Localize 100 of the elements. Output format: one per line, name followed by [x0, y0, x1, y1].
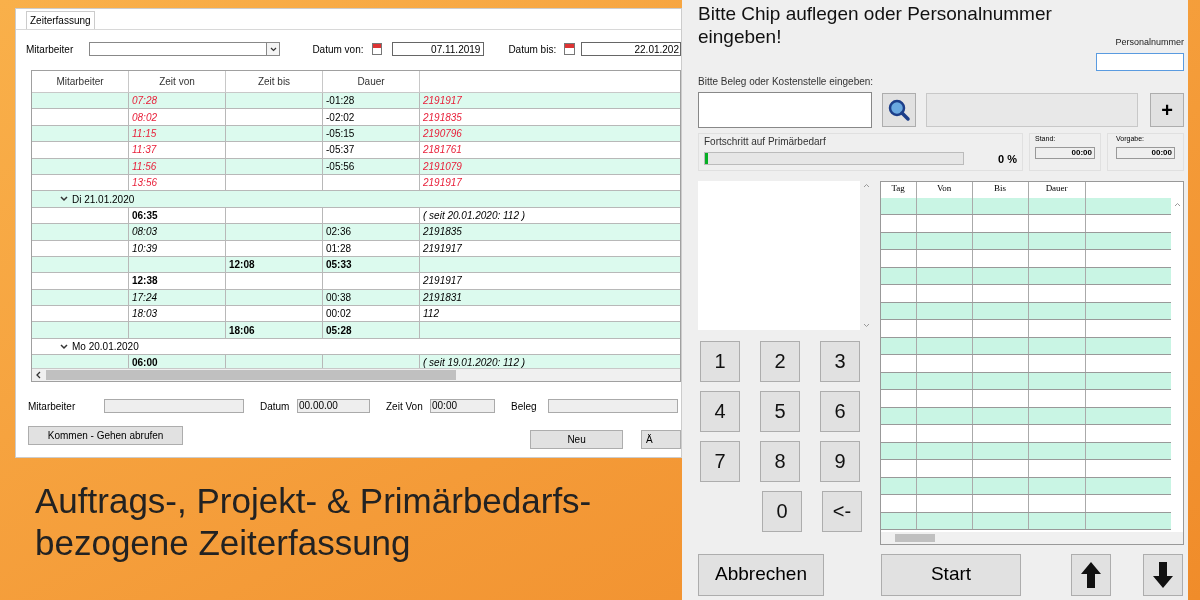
keypad-key[interactable]: 9 [820, 440, 860, 482]
table-cell-text: 11:56 [132, 159, 157, 174]
table-cell-text: 05:33 [326, 258, 352, 273]
column-header[interactable]: Von [936, 182, 952, 193]
group-row[interactable]: Di 21.01.2020 [32, 191, 680, 208]
column-header[interactable]: Tag [891, 182, 905, 193]
keypad-key[interactable]: 2 [760, 340, 800, 382]
search-button[interactable] [882, 92, 916, 127]
table-cell-text: 07:28 [132, 94, 158, 109]
column-header[interactable]: Dauer [357, 74, 385, 89]
column-header[interactable]: Mitarbeiter [56, 74, 104, 89]
table-cell-text: 00:38 [326, 290, 352, 305]
table-cell-text: 2191917 [423, 274, 462, 289]
keypad-key[interactable]: 8 [760, 440, 800, 482]
up-button[interactable] [1071, 553, 1111, 596]
table-cell-text: 2190796 [423, 126, 462, 141]
table-cell-text: 08:03 [132, 225, 158, 240]
table-cell-text: 2191079 [423, 159, 462, 174]
caption-line: bezogene Zeiterfassung [35, 522, 412, 564]
vorgabe-field: 00:00 [1116, 147, 1175, 159]
keypad-key[interactable]: 0 [762, 490, 802, 532]
date-field[interactable]: 07.11.2019 [392, 42, 485, 56]
scroll-up-icon[interactable] [862, 182, 870, 188]
table-cell-text: 18:03 [132, 307, 158, 322]
table-cell-text: -05:56 [326, 159, 355, 174]
date-field[interactable]: 22.01.202 [581, 42, 681, 56]
table-cell-text: 00:02 [326, 307, 352, 322]
table-cell-text: 2191917 [423, 176, 462, 191]
column-header[interactable]: Dauer [1045, 182, 1068, 193]
keypad-key[interactable]: <- [822, 490, 862, 532]
table-cell-text: 11:15 [132, 126, 157, 141]
table-cell-text: -05:37 [326, 143, 355, 158]
progress-label: Fortschritt auf Primärbedarf [704, 134, 827, 149]
stand-field: 00:00 [1035, 147, 1095, 159]
field-label: Bitte Beleg oder Kostenstelle eingeben: [698, 74, 875, 89]
field-label: Datum bis: [508, 42, 557, 57]
table-cell-text: 18:06 [229, 323, 255, 338]
cancel-button[interactable]: Abbrechen [698, 553, 824, 596]
chevron-icon [269, 46, 277, 52]
prompt-heading: Bitte Chip auflegen oder Personalnummer eingeben! [698, 2, 1053, 48]
table-cell-text: ( seit 20.01.2020: 112 ) [423, 208, 526, 223]
table-cell-text: -05:15 [326, 126, 355, 141]
scroll-down-icon[interactable] [862, 322, 870, 328]
dropdown-toggle[interactable] [266, 43, 280, 55]
horizontal-scrollbar[interactable] [880, 531, 1183, 544]
keypad-key[interactable]: 1 [700, 340, 740, 382]
table-cell-text: ( seit 19.01.2020: 112 ) [423, 356, 526, 368]
field-label: Mitarbeiter [26, 42, 75, 57]
table-cell-text: 112 [423, 307, 439, 322]
calendar-icon[interactable] [371, 43, 383, 55]
add-button[interactable]: + [1150, 92, 1184, 127]
table-cell-text: 12:38 [132, 274, 158, 289]
field-label: Datum von: [312, 42, 364, 57]
keypad-key[interactable]: 3 [820, 340, 860, 382]
table-cell-text: 2191831 [423, 290, 462, 305]
table-cell-text: -02:02 [326, 110, 355, 125]
start-button[interactable]: Start [881, 553, 1021, 596]
fetch-button[interactable]: Kommen - Gehen abrufen [28, 426, 184, 445]
progress-percent: 0 % [998, 151, 1017, 167]
chevron-icon[interactable] [60, 343, 68, 350]
edit-button[interactable]: Ä [641, 430, 681, 449]
keypad-key[interactable]: 6 [820, 390, 860, 432]
employee-field[interactable] [104, 399, 244, 413]
beleg-field[interactable] [548, 399, 678, 413]
column-header[interactable]: Bis [994, 182, 1007, 193]
tab[interactable]: Zeiterfassung [26, 11, 95, 29]
personnel-number-field[interactable] [1096, 52, 1184, 71]
search-icon [887, 97, 911, 122]
table-cell-text: 06:35 [132, 208, 158, 223]
down-button[interactable] [1143, 553, 1183, 596]
table-cell-text: 02:36 [326, 225, 352, 240]
field-label: Personalnummer [1115, 36, 1184, 49]
keypad-key[interactable]: 5 [760, 390, 800, 432]
table-cell-text: 2181761 [423, 143, 462, 158]
new-button[interactable]: Neu [530, 430, 623, 449]
table-cell-text: 12:08 [229, 258, 255, 273]
arrow-up-icon [1080, 560, 1102, 589]
column-header[interactable]: Zeit bis [257, 74, 291, 89]
horizontal-scrollbar[interactable] [32, 368, 680, 381]
table-cell-text: 2191917 [423, 94, 462, 109]
keypad-key[interactable]: 7 [700, 440, 740, 482]
column-header[interactable]: Zeit von [159, 74, 195, 89]
beleg-input[interactable] [698, 91, 872, 128]
table-cell-text: 08:02 [132, 110, 158, 125]
time-field[interactable]: 00:00 [430, 399, 495, 413]
group-date: Mo 20.01.2020 [72, 340, 139, 355]
table-cell-text: 2191835 [423, 225, 462, 240]
table-cell-text: 2191835 [423, 110, 462, 125]
table-cell-text: 01:28 [326, 241, 352, 256]
table-cell-text: 17:24 [132, 290, 158, 305]
caption-line: Auftrags-, Projekt- & Primärbedarfs- [35, 480, 593, 522]
keypad-key[interactable]: 4 [700, 390, 740, 432]
chevron-icon[interactable] [60, 196, 68, 203]
table-cell-text: 05:28 [326, 323, 352, 338]
scroll-up-icon[interactable] [1173, 201, 1181, 207]
table-cell-text: 2191917 [423, 241, 462, 256]
date-field[interactable]: 00.00.00 [297, 399, 370, 413]
arrow-down-icon [1152, 560, 1174, 589]
table-cell-text: 06:00 [132, 356, 158, 368]
calendar-icon[interactable] [564, 43, 575, 55]
